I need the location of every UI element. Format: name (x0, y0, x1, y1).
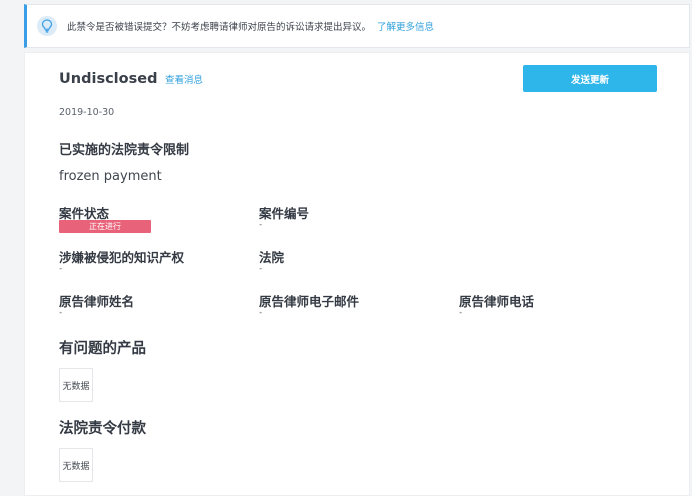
notice-banner: 此禁令是否被错误提交？不妨考虑聘请律师对原告的诉讼请求提出异议。 了解更多信息 (24, 4, 690, 48)
case-number-value: - (259, 220, 263, 230)
payments-title: 法院责令付款 (59, 421, 146, 437)
products-title: 有问题的产品 (59, 341, 146, 357)
payments-empty-state: 无数据 (59, 448, 93, 482)
learn-more-link[interactable]: 了解更多信息 (377, 19, 434, 33)
status-badge: 正在进行 (59, 220, 151, 233)
case-title: Undisclosed (59, 71, 158, 87)
attorney-phone-label: 原告律师电话 (459, 294, 535, 309)
notice-message: 此禁令是否被错误提交？不妨考虑聘请律师对原告的诉讼请求提出异议。 (67, 22, 372, 33)
ip-label: 涉嫌被侵犯的知识产权 (59, 250, 185, 265)
court-label: 法院 (259, 250, 285, 265)
restriction-title: 已实施的法院责令限制 (59, 143, 190, 158)
view-messages-link[interactable]: 查看消息 (165, 72, 203, 86)
lightbulb-icon (37, 16, 57, 36)
case-date: 2019-10-30 (59, 107, 115, 118)
attorney-name-value: - (59, 308, 63, 318)
attorney-phone-value: - (459, 308, 463, 318)
ip-value: - (59, 264, 63, 274)
attorney-name-label: 原告律师姓名 (59, 294, 135, 309)
restriction-value: frozen payment (59, 169, 162, 184)
attorney-email-value: - (259, 308, 263, 318)
case-number-label: 案件编号 (259, 206, 310, 221)
send-update-button[interactable]: 发送更新 (523, 65, 657, 92)
court-value: - (259, 264, 263, 274)
injunction-card: Undisclosed 查看消息 发送更新 2019-10-30 已实施的法院责… (24, 52, 690, 496)
products-empty-state: 无数据 (59, 368, 93, 402)
attorney-email-label: 原告律师电子邮件 (259, 294, 360, 309)
